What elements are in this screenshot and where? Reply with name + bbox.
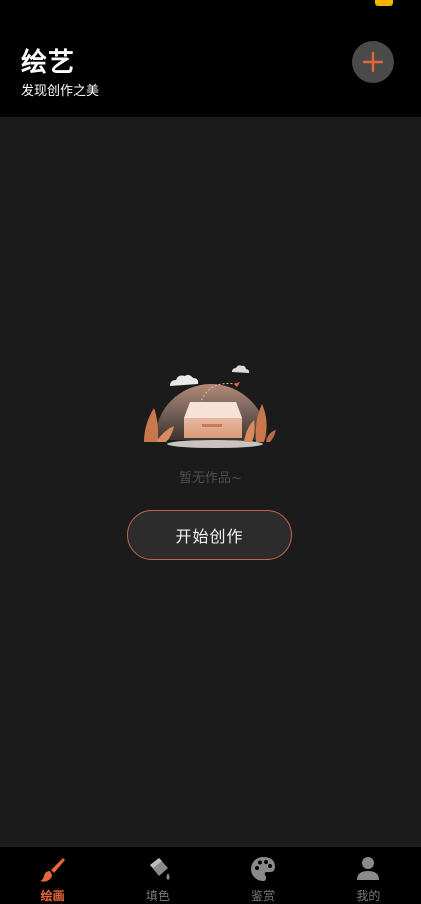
- bottom-tab-bar: 绘画 填色 鉴赏 我的: [0, 847, 421, 904]
- page-title: 绘艺: [21, 48, 76, 78]
- app-header: 绘艺 发现创作之美: [0, 0, 421, 117]
- palette-icon: [251, 857, 276, 881]
- user-icon: [357, 857, 380, 880]
- paint-bucket-icon: [149, 858, 170, 880]
- empty-box-illustration: [144, 365, 276, 448]
- tab-mine[interactable]: 我的: [316, 847, 421, 904]
- tab-label: 我的: [356, 889, 381, 903]
- brush-icon: [39, 858, 65, 882]
- add-button[interactable]: [352, 41, 394, 83]
- plus-icon: [362, 51, 384, 73]
- tab-appreciation[interactable]: 鉴赏: [211, 847, 316, 904]
- tab-label: 绘画: [40, 889, 65, 903]
- page-subtitle: 发现创作之美: [21, 84, 100, 99]
- status-badge: [375, 0, 393, 6]
- tab-label: 填色: [145, 889, 170, 903]
- start-creating-button[interactable]: 开始创作: [127, 510, 292, 560]
- empty-state-message: 暂无作品~: [179, 471, 242, 486]
- tab-label: 鉴赏: [251, 889, 276, 903]
- tab-coloring[interactable]: 填色: [105, 847, 210, 904]
- tab-painting[interactable]: 绘画: [0, 847, 105, 904]
